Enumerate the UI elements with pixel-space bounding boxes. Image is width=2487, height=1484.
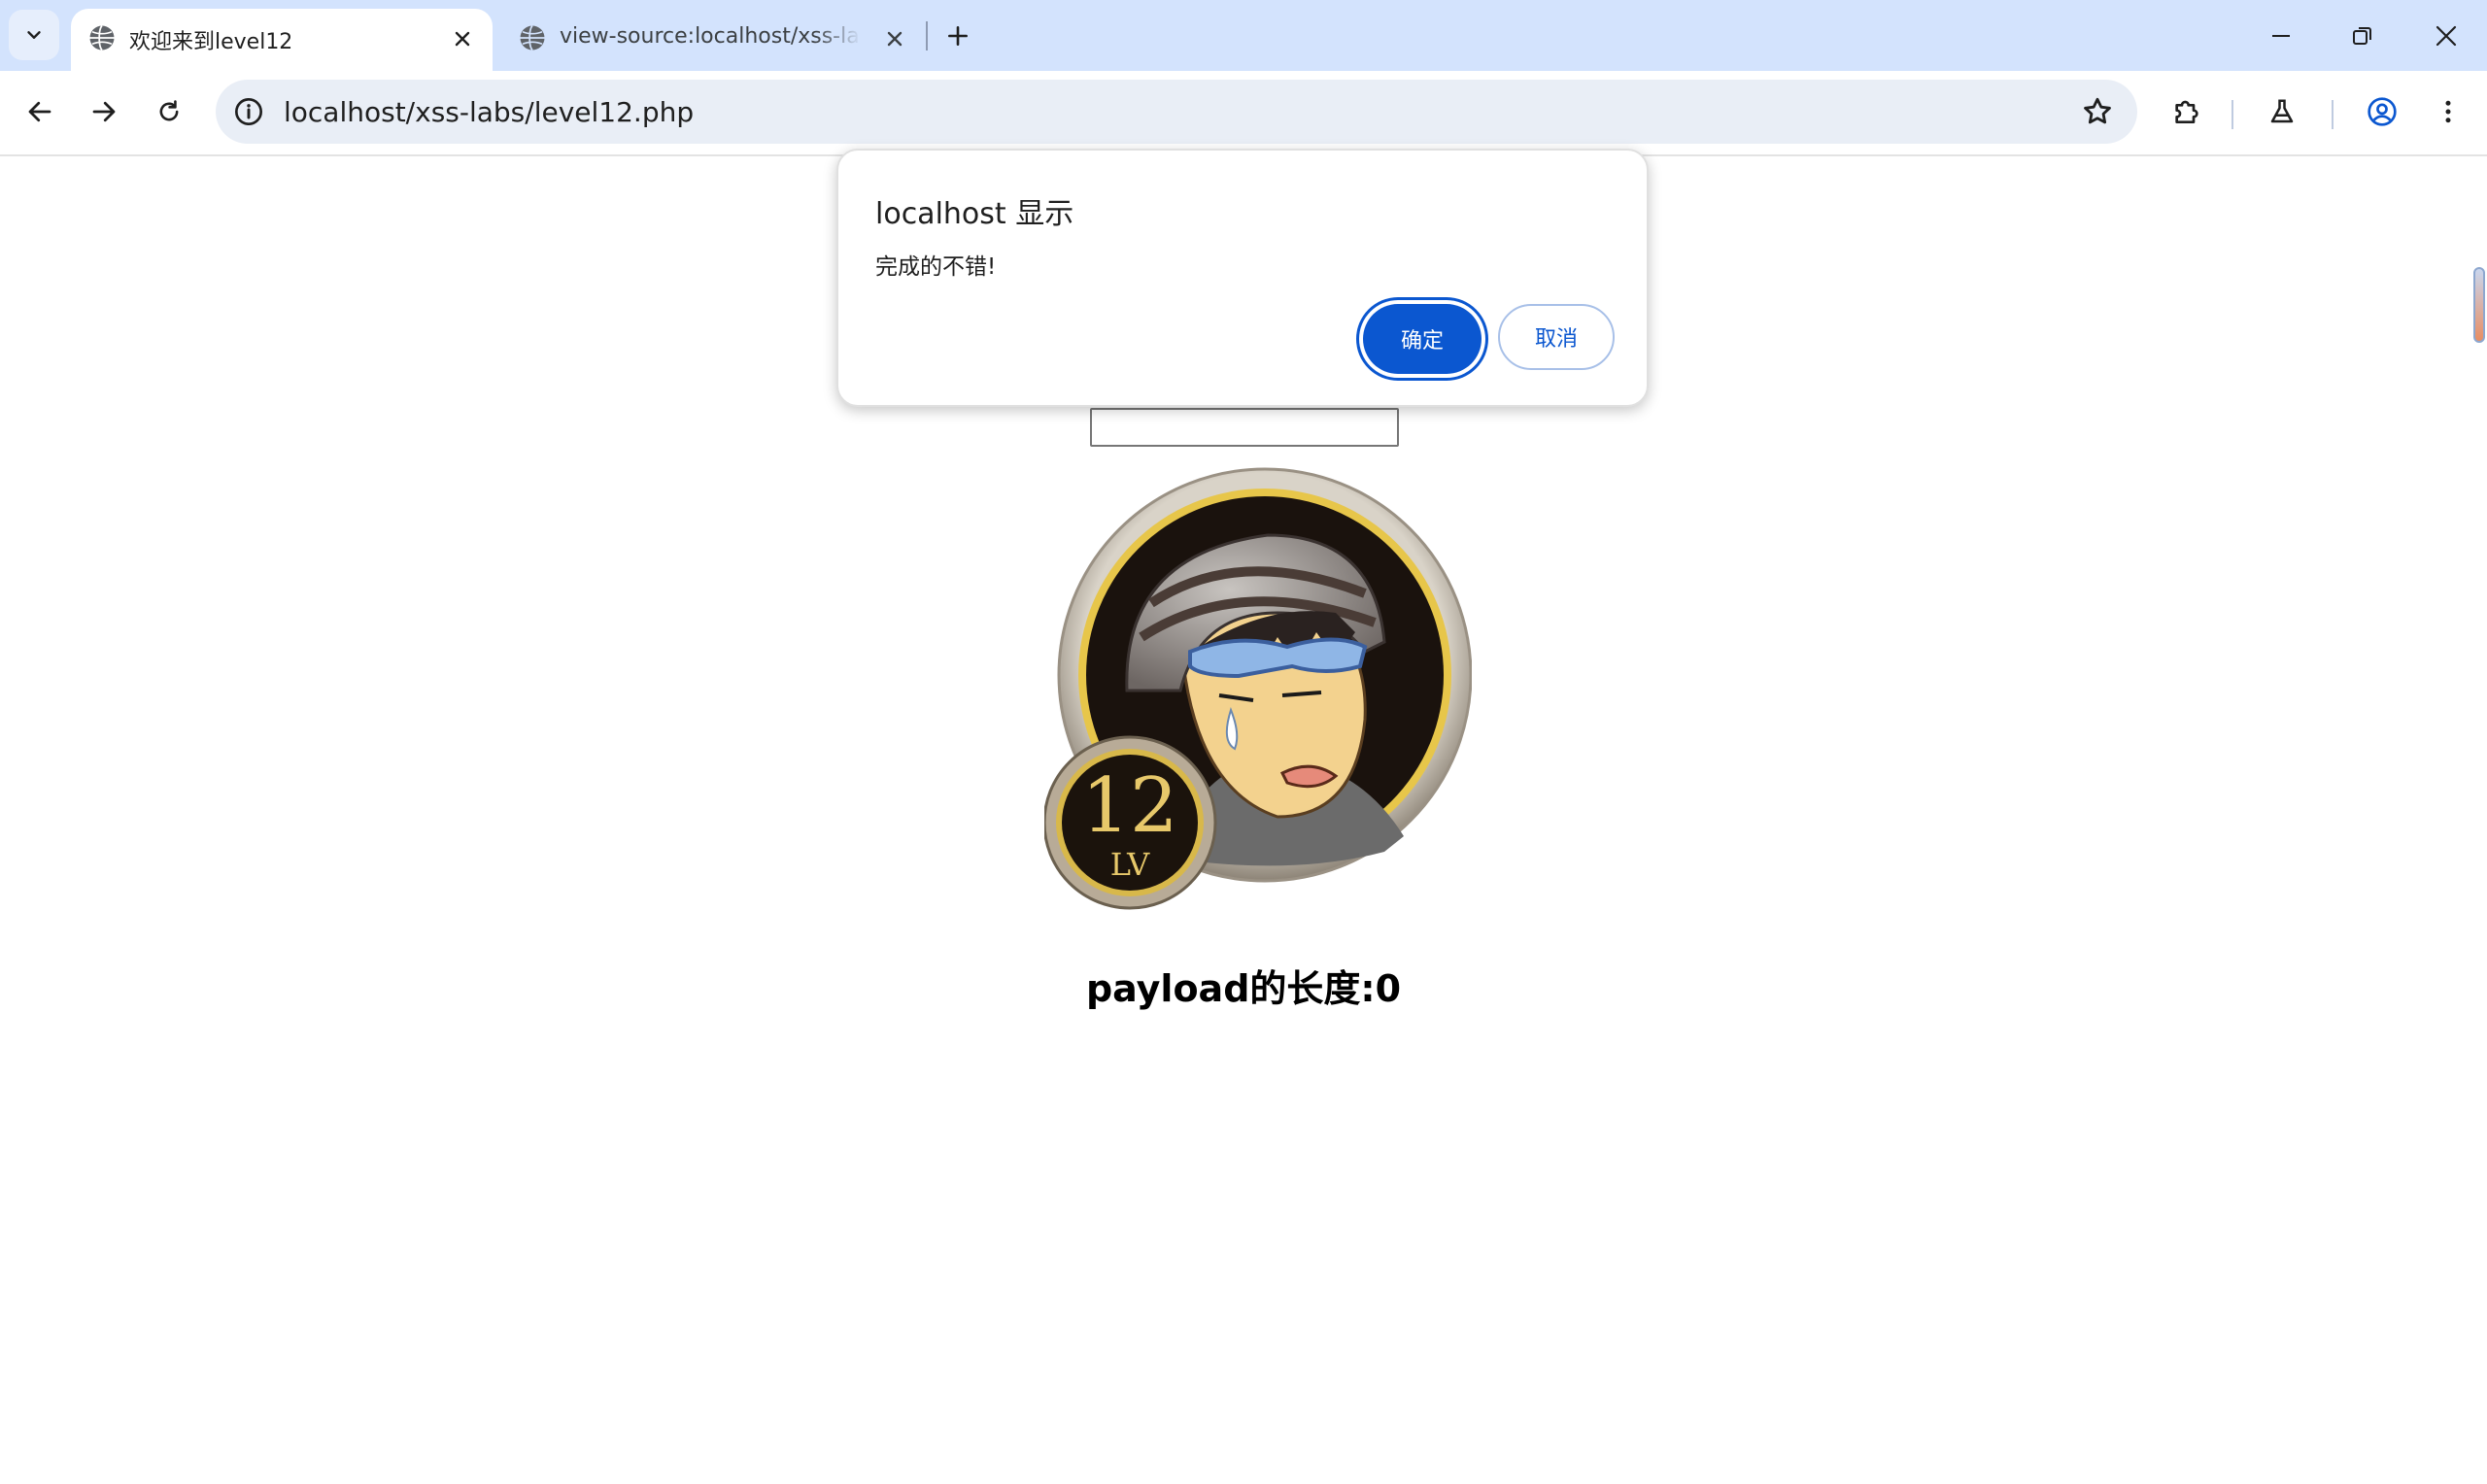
tab-view-source[interactable]: view-source:localhost/xss-labs/level12.p… (501, 9, 925, 71)
site-info-icon[interactable] (233, 96, 264, 127)
url-text[interactable]: localhost/xss-labs/level12.php (284, 96, 694, 128)
profile-icon (2368, 97, 2397, 126)
toolbar-separator (2231, 100, 2233, 129)
badge-number: 12 (1081, 762, 1177, 850)
dialog-message: 完成的不错! (875, 254, 997, 280)
globe-icon (89, 24, 115, 51)
dialog-title: localhost 显示 (875, 197, 1074, 231)
profile-button[interactable] (2358, 87, 2406, 136)
level-12-avatar-image: 12 LV (1044, 467, 1472, 910)
tab-title: view-source:localhost/xss-labs/level12.p… (560, 24, 861, 49)
tab-separator (926, 21, 928, 51)
address-bar[interactable]: localhost/xss-labs/level12.php (216, 80, 2137, 144)
chevron-down-icon (27, 31, 41, 39)
keyword-input[interactable] (1090, 408, 1399, 447)
close-icon (2436, 25, 2457, 47)
star-icon[interactable] (2081, 95, 2114, 128)
scrollbar-thumb[interactable] (2473, 267, 2485, 343)
reload-icon (159, 100, 179, 121)
close-window-button[interactable] (2417, 12, 2475, 60)
minimize-button[interactable] (2252, 12, 2310, 60)
puzzle-icon (2175, 100, 2198, 123)
kebab-menu-icon (2445, 100, 2451, 123)
labs-button[interactable] (2258, 87, 2306, 136)
tab-close-icon[interactable] (448, 24, 477, 53)
alert-dialog: localhost 显示 完成的不错! 确定 取消 (836, 149, 1649, 407)
reload-button[interactable] (145, 87, 193, 136)
toolbar-separator (2332, 100, 2334, 129)
tab-level12[interactable]: 欢迎来到level12 (71, 9, 493, 71)
tab-title: 欢迎来到level12 (129, 30, 293, 54)
flask-icon (2270, 99, 2294, 123)
globe-icon (520, 24, 545, 51)
browser-toolbar: localhost/xss-labs/level12.php (0, 71, 2487, 156)
badge-level-label: LV (1110, 846, 1150, 883)
new-tab-button[interactable] (938, 17, 977, 55)
cancel-button[interactable]: 取消 (1498, 304, 1615, 370)
extensions-button[interactable] (2162, 87, 2210, 136)
tab-close-icon[interactable] (880, 24, 909, 53)
arrow-left-icon (28, 101, 51, 122)
restore-button[interactable] (2334, 12, 2392, 60)
tab-search-button[interactable] (9, 10, 59, 60)
back-button[interactable] (16, 87, 64, 136)
restore-icon (2353, 27, 2371, 45)
forward-button[interactable] (80, 87, 128, 136)
plus-icon (948, 26, 968, 46)
tab-strip: 欢迎来到level12 view-source:localhost/xss-la… (0, 0, 2487, 71)
arrow-right-icon (92, 101, 116, 122)
minimize-icon (2272, 35, 2290, 37)
ok-button[interactable]: 确定 (1363, 304, 1482, 374)
menu-button[interactable] (2424, 87, 2472, 136)
payload-length-heading: payload的长度:0 (1085, 967, 1402, 1010)
